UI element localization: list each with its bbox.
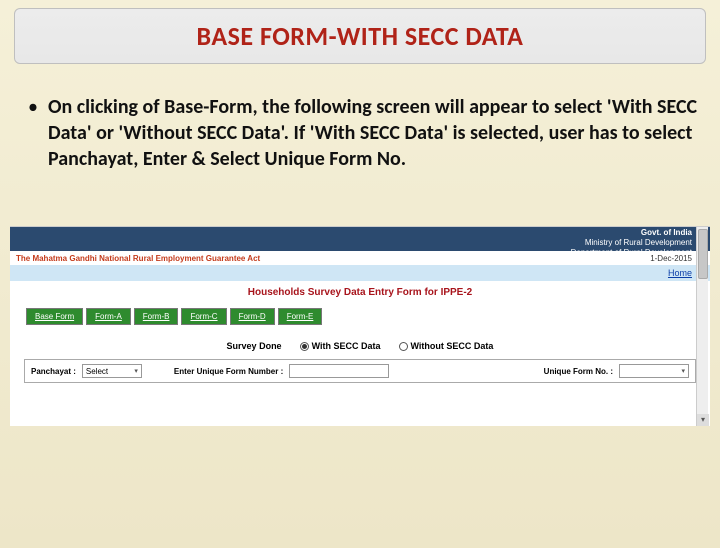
gov-header: Govt. of India Ministry of Rural Develop… — [10, 227, 710, 251]
tab-form-b[interactable]: Form-B — [134, 308, 179, 325]
tab-form-c[interactable]: Form-C — [181, 308, 226, 325]
tab-strip: Base Form Form-A Form-B Form-C Form-D Fo… — [26, 308, 710, 325]
slide-title: BASE FORM-WITH SECC DATA — [197, 20, 524, 52]
date-text: 1-Dec-2015 — [650, 254, 692, 263]
survey-row: Survey Done With SECC Data Without SECC … — [10, 341, 710, 351]
radio-with-secc-label: With SECC Data — [312, 341, 381, 351]
chevron-down-icon: ▾ — [134, 367, 138, 375]
radio-dot-icon — [399, 342, 408, 351]
panchayat-select[interactable]: Select ▾ — [82, 364, 142, 378]
embedded-screenshot: Govt. of India Ministry of Rural Develop… — [10, 226, 710, 426]
bullet-marker: • — [28, 94, 38, 120]
radio-with-secc[interactable]: With SECC Data — [300, 341, 381, 351]
gov-line2: Ministry of Rural Development — [10, 238, 692, 248]
unique-form-input[interactable] — [289, 364, 389, 378]
fields-row: Panchayat : Select ▾ Enter Unique Form N… — [24, 359, 696, 383]
panchayat-label: Panchayat : — [31, 367, 76, 376]
nav-bar: Home — [10, 265, 710, 281]
radio-dot-icon — [300, 342, 309, 351]
scroll-thumb[interactable] — [698, 229, 708, 279]
home-link[interactable]: Home — [668, 268, 692, 278]
form-title: Households Survey Data Entry Form for IP… — [10, 287, 710, 298]
scroll-down-icon[interactable]: ▾ — [697, 414, 709, 426]
bullet-block: • On clicking of Base-Form, the followin… — [28, 94, 698, 172]
panchayat-value: Select — [86, 367, 108, 376]
slide-title-bar: BASE FORM-WITH SECC DATA — [14, 8, 706, 64]
bullet-text: On clicking of Base-Form, the following … — [48, 94, 698, 172]
unique-select-label: Unique Form No. : — [544, 367, 613, 376]
tab-form-e[interactable]: Form-E — [278, 308, 323, 325]
unique-form-select[interactable]: ▾ — [619, 364, 689, 378]
unique-enter-label: Enter Unique Form Number : — [174, 367, 283, 376]
gov-line1: Govt. of India — [10, 228, 692, 238]
radio-without-secc[interactable]: Without SECC Data — [399, 341, 494, 351]
tab-base-form[interactable]: Base Form — [26, 308, 83, 325]
tab-form-d[interactable]: Form-D — [230, 308, 275, 325]
survey-label: Survey Done — [227, 341, 282, 351]
act-title: The Mahatma Gandhi National Rural Employ… — [16, 254, 260, 263]
tab-form-a[interactable]: Form-A — [86, 308, 131, 325]
radio-without-secc-label: Without SECC Data — [411, 341, 494, 351]
chevron-down-icon: ▾ — [681, 367, 685, 375]
scrollbar[interactable]: ▾ — [696, 227, 708, 426]
